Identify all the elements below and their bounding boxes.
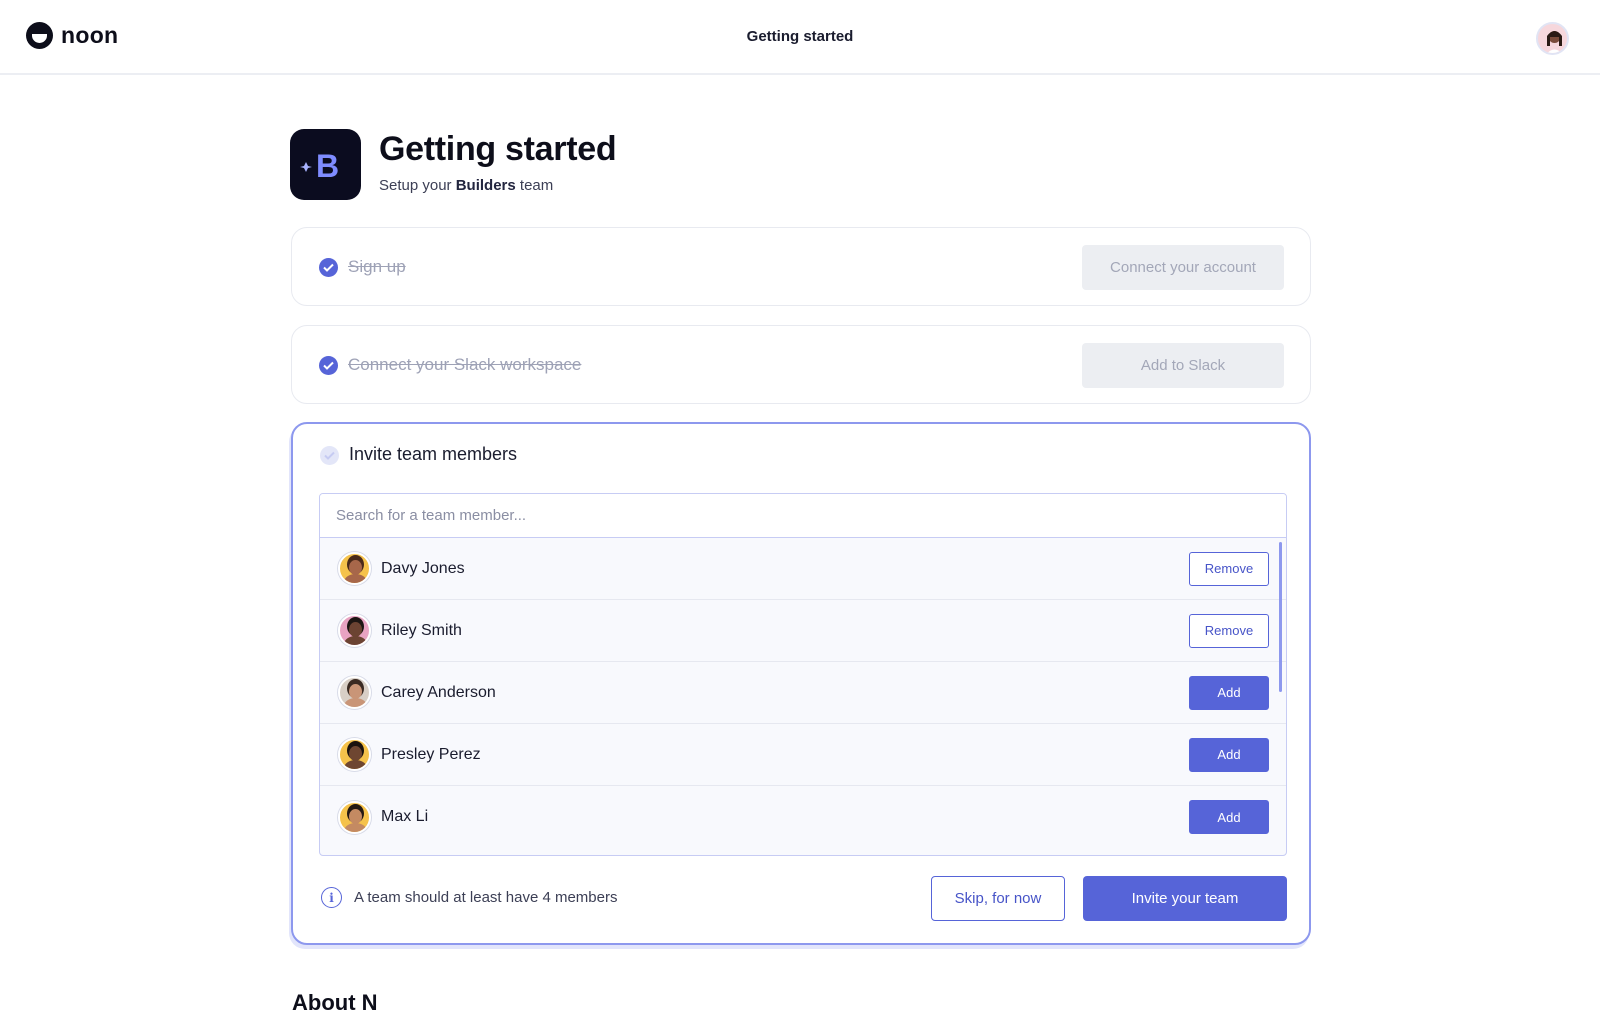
step-label: Invite team members — [349, 444, 518, 464]
step-invite-team: Invite team members Davy JonesRemoveRile… — [291, 422, 1311, 945]
about-heading: About N — [292, 990, 378, 1015]
member-name: Max Li — [381, 808, 429, 825]
step-label: Sign up — [348, 257, 406, 276]
sparkle-b-icon: B — [300, 148, 339, 184]
add-member-button[interactable]: Add — [1189, 675, 1269, 710]
member-row: Riley Smith Remove — [320, 600, 1286, 662]
member-row: Presley Perez Add — [320, 724, 1286, 786]
check-circle-icon — [319, 356, 338, 375]
topbar-title: Getting started — [746, 28, 854, 45]
member-picker: Davy Jones Remove Riley Smith Remove Carey A… — [319, 493, 1287, 856]
member-search-input[interactable] — [336, 507, 1270, 524]
remove-member-button[interactable]: Remove — [1189, 613, 1269, 648]
user-avatar-icon — [1547, 31, 1562, 53]
member-name: Presley Perez — [381, 745, 481, 763]
member-name: Riley Smith — [381, 621, 462, 639]
team-size-hint: A team should at least have 4 members — [354, 889, 618, 906]
invite-team-button[interactable]: Invite your team — [1083, 876, 1287, 921]
member-name: Carey Anderson — [381, 683, 496, 701]
remove-member-button[interactable]: Remove — [1189, 551, 1269, 586]
member-avatar — [338, 738, 371, 771]
member-avatar — [338, 552, 371, 585]
top-bar: noon Getting started — [0, 0, 1600, 75]
member-avatar — [338, 800, 371, 834]
member-row: Max Li Add — [320, 786, 1286, 848]
add-member-button[interactable]: Add — [1189, 800, 1269, 834]
info-icon: i — [321, 887, 342, 908]
page-title: Getting started — [379, 130, 617, 168]
member-name: Davy Jones — [381, 559, 465, 577]
add-member-button[interactable]: Add — [1189, 737, 1269, 772]
step-label: Connect your Slack workspace — [348, 355, 582, 374]
builders-app-icon: B — [290, 129, 361, 200]
skip-button[interactable]: Skip, for now — [931, 876, 1065, 921]
member-row: Davy Jones Remove — [320, 538, 1286, 600]
member-avatar — [338, 676, 371, 709]
svg-text:B: B — [316, 148, 339, 184]
user-avatar[interactable] — [1536, 22, 1569, 55]
subtitle-prefix: Setup your — [379, 177, 452, 194]
step-sign-up: Sign up Connect your account — [291, 227, 1311, 306]
add-to-slack-button[interactable]: Add to Slack — [1082, 343, 1284, 388]
subtitle-team-name: Builders — [455, 177, 516, 194]
check-circle-icon — [319, 258, 338, 277]
step-connect-slack: Connect your Slack workspace Add to Slac… — [291, 325, 1311, 404]
member-list[interactable]: Davy Jones Remove Riley Smith Remove Carey A… — [320, 538, 1286, 848]
page-subtitle: Setup your Builders team — [379, 177, 553, 194]
check-circle-pending-icon — [320, 446, 339, 465]
connect-account-button[interactable]: Connect your account — [1082, 245, 1284, 290]
subtitle-suffix: team — [519, 177, 554, 194]
member-search — [320, 494, 1286, 538]
member-row: Carey Anderson Add — [320, 662, 1286, 724]
member-avatar — [338, 614, 371, 647]
member-list-scrollbar[interactable] — [1279, 542, 1282, 692]
